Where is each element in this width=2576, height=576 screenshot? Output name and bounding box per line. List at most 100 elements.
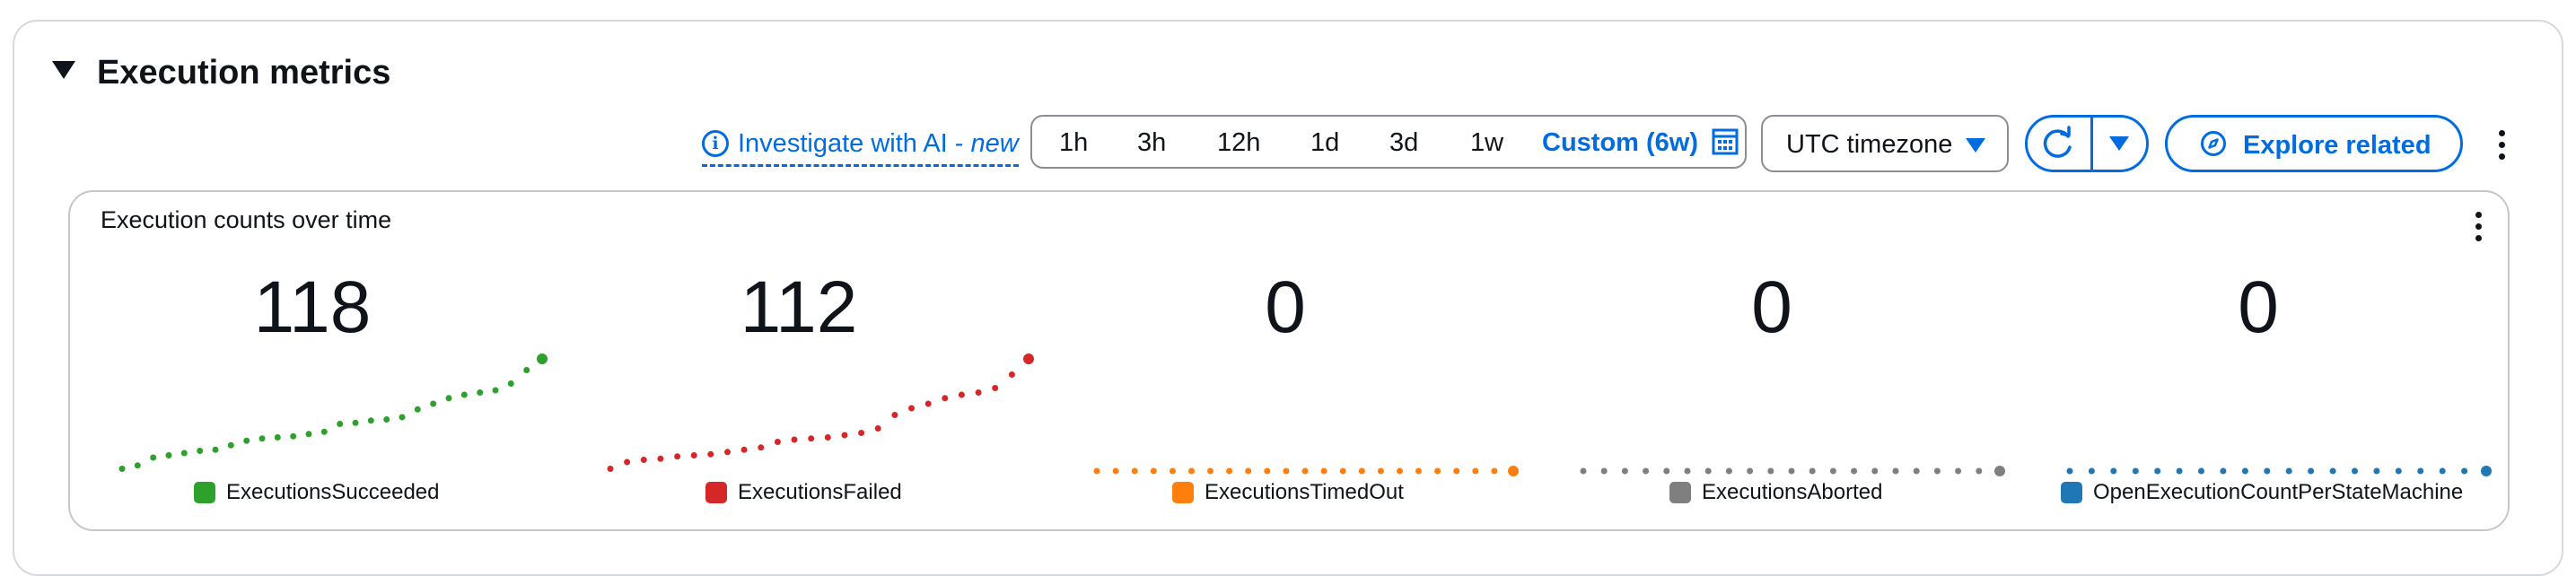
data-point [1093, 467, 1100, 475]
data-point [320, 428, 328, 435]
data-point [607, 466, 614, 472]
data-point [808, 435, 815, 442]
legend-swatch-open-executions [2061, 482, 2082, 503]
data-point [1112, 467, 1119, 475]
data-point [1245, 467, 1252, 475]
data-point [1829, 467, 1836, 475]
legend-label-failed: ExecutionsFailed [738, 480, 902, 504]
data-point [1472, 467, 1479, 475]
data-point [1339, 467, 1346, 475]
data-point [537, 353, 548, 364]
data-point [197, 448, 204, 454]
data-point [1725, 467, 1732, 475]
data-point [1008, 371, 1015, 378]
data-point [1704, 467, 1712, 475]
data-point [908, 405, 915, 412]
data-point [2439, 467, 2446, 475]
legend-item-aborted[interactable]: ExecutionsAborted [1669, 480, 1882, 505]
data-point [227, 441, 234, 449]
data-point [1264, 467, 1271, 475]
data-point [258, 435, 266, 442]
data-point [492, 387, 499, 394]
data-point [2285, 467, 2292, 475]
data-point [1994, 466, 2005, 476]
data-point [414, 406, 421, 413]
data-point [707, 450, 714, 458]
data-point [1767, 467, 1774, 475]
data-point [640, 457, 647, 463]
data-point [1933, 467, 1941, 475]
data-point [724, 449, 731, 456]
data-point [924, 400, 932, 407]
data-point [841, 432, 848, 439]
data-point [975, 389, 982, 396]
data-point [824, 434, 831, 441]
legend-item-failed[interactable]: ExecutionsFailed [705, 480, 902, 505]
data-point [367, 417, 374, 424]
data-point [2373, 467, 2380, 475]
legend-label-open-executions: OpenExecutionCountPerStateMachine [2093, 480, 2464, 504]
data-point [690, 452, 697, 458]
legend-item-timedout[interactable]: ExecutionsTimedOut [1172, 480, 1404, 505]
data-point [874, 425, 881, 432]
data-point [1301, 467, 1309, 475]
data-point [2066, 467, 2073, 475]
legend-item-succeeded[interactable]: ExecutionsSucceeded [194, 480, 440, 505]
data-point [1320, 467, 1327, 475]
data-point [1663, 467, 1670, 475]
data-point [460, 391, 468, 398]
data-point [1788, 467, 1795, 475]
data-point [891, 412, 898, 418]
data-point [1491, 467, 1498, 475]
data-point [2198, 467, 2204, 475]
data-point [1600, 467, 1608, 475]
legend-swatch-failed [705, 482, 727, 503]
data-point [243, 437, 250, 444]
data-point [1377, 467, 1384, 475]
data-point [1453, 467, 1460, 475]
data-point [1580, 467, 1587, 475]
data-point [740, 446, 748, 453]
data-point [2461, 467, 2468, 475]
data-point [165, 452, 172, 458]
data-point [1131, 467, 1138, 475]
data-point [212, 446, 219, 453]
sparkline-charts [118, 353, 2492, 476]
data-point [2417, 467, 2424, 475]
data-point [2220, 467, 2227, 475]
data-point [1621, 467, 1628, 475]
data-point [758, 444, 765, 451]
data-point [624, 458, 631, 466]
data-point [352, 419, 359, 426]
data-point [2241, 467, 2248, 475]
data-point [1188, 467, 1195, 475]
data-point [305, 431, 312, 438]
legend-swatch-succeeded [194, 482, 215, 503]
data-point [2110, 467, 2117, 475]
data-point [2352, 467, 2358, 475]
data-point [274, 434, 281, 441]
data-point [1207, 467, 1214, 475]
data-point [1434, 467, 1441, 475]
data-point [1913, 467, 1920, 475]
legend-item-open-executions[interactable]: OpenExecutionCountPerStateMachine [2061, 480, 2463, 505]
data-point [1684, 467, 1691, 475]
data-point [2154, 467, 2161, 475]
legend-label-aborted: ExecutionsAborted [1702, 480, 1883, 504]
data-point [290, 432, 297, 440]
data-point [2088, 467, 2095, 475]
data-point [2308, 467, 2315, 475]
data-point [2176, 467, 2183, 475]
data-point [1955, 467, 1962, 475]
data-point [1508, 466, 1519, 476]
data-point [1397, 467, 1403, 475]
data-point [1150, 467, 1157, 475]
data-point [1415, 467, 1422, 475]
data-point [992, 385, 999, 391]
data-point [507, 380, 514, 387]
data-point [1169, 467, 1176, 475]
data-point [1283, 467, 1290, 475]
data-point [1747, 467, 1754, 475]
data-point [1643, 467, 1650, 475]
data-point [1976, 467, 1983, 475]
